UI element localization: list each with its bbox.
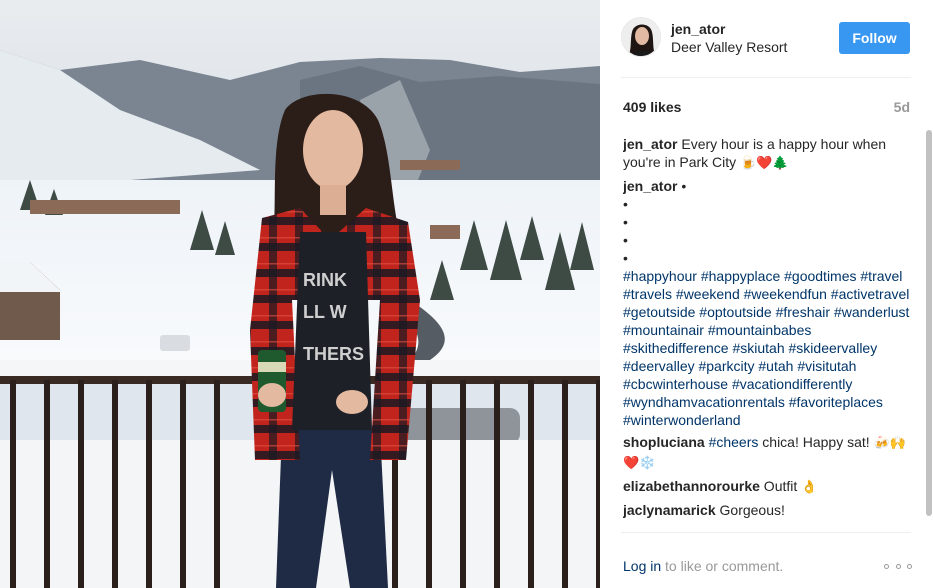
bullet-line: • — [623, 250, 628, 266]
bullet-line: • — [623, 214, 628, 230]
caption-emoji: 🍺❤️🌲 — [740, 156, 789, 171]
login-prompt: Log in to like or comment. — [623, 558, 783, 574]
post-location[interactable]: Deer Valley Resort — [671, 39, 787, 55]
login-suffix: to like or comment. — [661, 558, 784, 574]
comment-elizabethannorourke: elizabethannorourke Outfit 👌 — [623, 477, 913, 497]
comments-scrollbar[interactable] — [926, 130, 932, 516]
comment-text: Gorgeous! — [715, 502, 785, 518]
more-options-icon[interactable] — [884, 561, 912, 571]
hashtag-comment-username[interactable]: jen_ator — [623, 178, 677, 194]
avatar[interactable] — [621, 17, 661, 57]
bullet-line: • — [623, 232, 628, 248]
comment-jaclynamarick: jaclynamarick Gorgeous! — [623, 501, 913, 519]
comment-text: Outfit — [759, 478, 802, 494]
likes-count[interactable]: 409 likes — [623, 99, 681, 115]
author-username[interactable]: jen_ator — [671, 21, 725, 37]
comment-hashtag[interactable]: #cheers — [709, 434, 759, 450]
shirt-line-2: LL W — [303, 302, 347, 322]
comment-emoji: 👌 — [801, 480, 818, 495]
hashtag-comment: jen_ator • • • • • #happyhour #happyplac… — [623, 177, 913, 429]
dot-icon — [884, 563, 889, 569]
footer-divider — [621, 532, 911, 533]
comment-username[interactable]: elizabethannorourke — [623, 478, 760, 494]
photo-scene: RINK LL W THERS — [0, 0, 600, 588]
hashtag-comment-bullet: • — [677, 178, 687, 194]
shirt-line-1: RINK — [303, 270, 347, 290]
comment-username[interactable]: jaclynamarick — [623, 502, 716, 518]
shirt-line-3: THERS — [303, 344, 364, 364]
dot-icon — [907, 563, 912, 569]
post-header: jen_ator Deer Valley Resort Follow — [600, 0, 933, 77]
header-divider — [621, 77, 911, 78]
bullet-line: • — [623, 196, 628, 212]
comment-shopluciana: shopluciana #cheers chica! Happy sat! 🍻🙌… — [623, 433, 913, 473]
post-photo[interactable]: RINK LL W THERS — [0, 0, 600, 588]
post-age[interactable]: 5d — [894, 99, 910, 115]
comment-username[interactable]: shopluciana — [623, 434, 705, 450]
hashtag-list[interactable]: #happyhour #happyplace #goodtimes #trave… — [623, 268, 909, 428]
login-link[interactable]: Log in — [623, 558, 661, 574]
follow-button[interactable]: Follow — [839, 22, 910, 54]
comment-text: chica! Happy sat! — [758, 434, 874, 450]
avatar-image-icon — [622, 18, 660, 56]
comments-list: jen_ator Every hour is a happy hour when… — [623, 135, 913, 531]
post-sidebar: jen_ator Deer Valley Resort Follow 409 l… — [600, 0, 933, 588]
caption: jen_ator Every hour is a happy hour when… — [623, 135, 913, 173]
caption-username[interactable]: jen_ator — [623, 136, 677, 152]
dot-icon — [895, 563, 901, 569]
